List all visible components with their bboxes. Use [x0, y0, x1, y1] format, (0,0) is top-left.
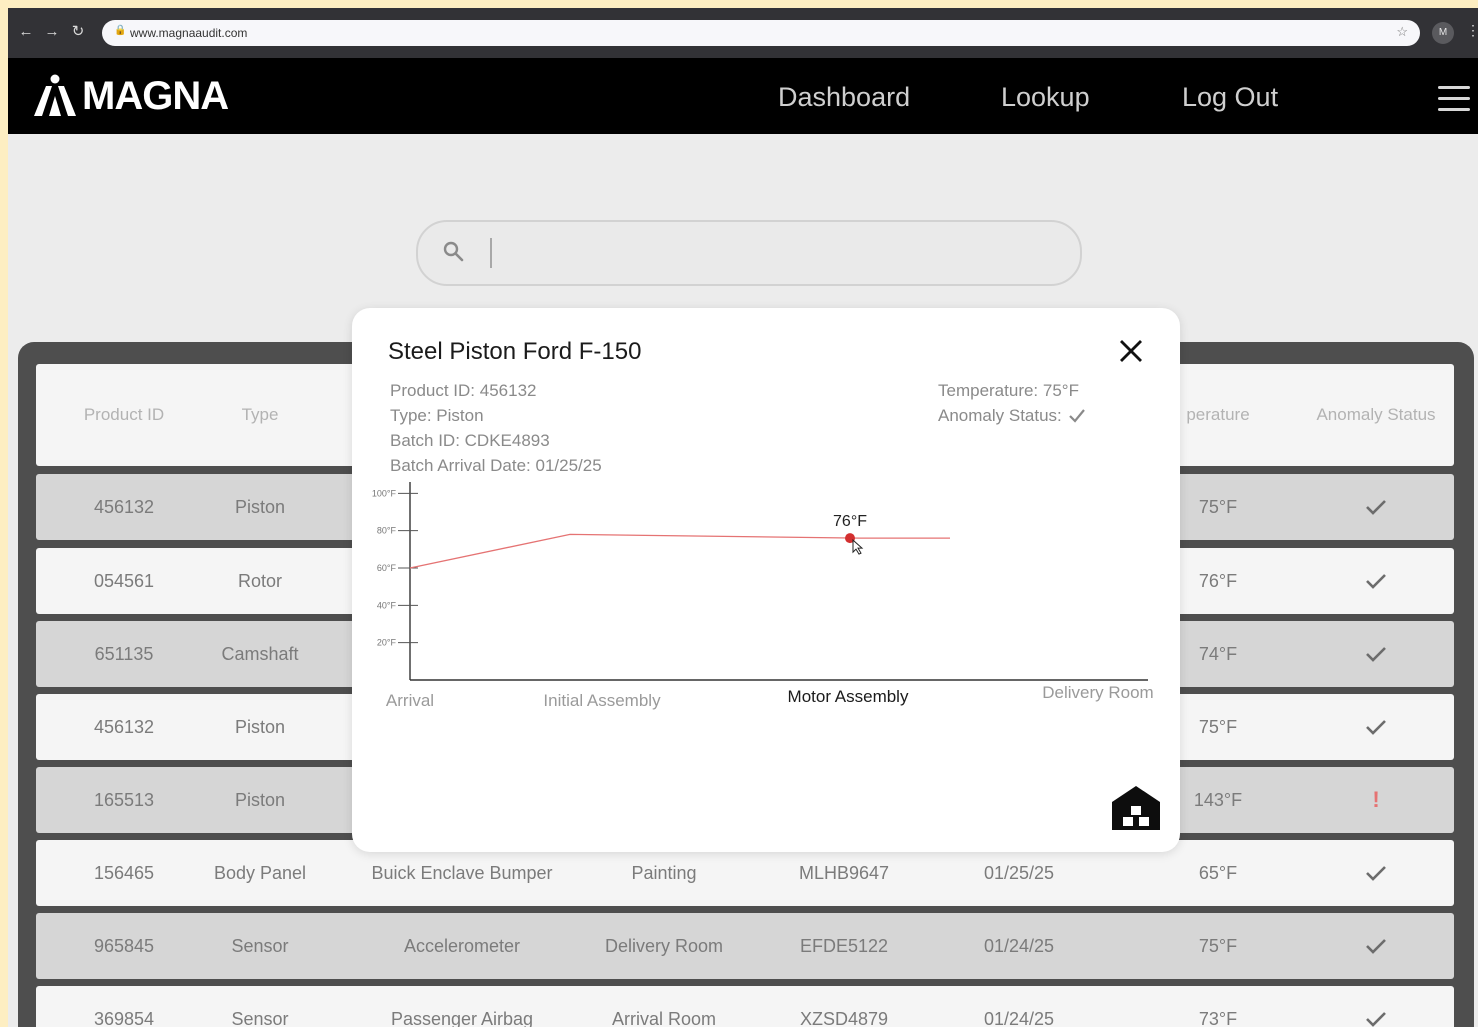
hamburger-menu-icon[interactable] — [1438, 86, 1470, 119]
table-cell: 65°F — [1198, 862, 1238, 883]
temperature-text: Temperature: 75°F — [938, 381, 1079, 400]
bookmark-star-icon[interactable]: ☆ — [1396, 24, 1408, 40]
table-cell: Sensor — [231, 1008, 289, 1027]
table-row[interactable]: 965845 Sensor Accelerometer Delivery Room EF… — [36, 913, 1454, 979]
table-cell: 456132 — [93, 716, 155, 737]
app-header: MAGNA Dashboard Lookup Log Out — [8, 58, 1478, 134]
table-cell: 369854 — [93, 1008, 155, 1027]
text-caret — [490, 238, 492, 268]
reload-icon[interactable]: ↻ — [68, 22, 88, 42]
table-cell: Piston — [234, 716, 286, 737]
nav-log-out[interactable]: Log Out — [1182, 82, 1278, 113]
column-header[interactable]: Type — [190, 364, 330, 466]
nav-dashboard[interactable]: Dashboard — [778, 82, 910, 113]
table-cell: 01/24/25 — [983, 1008, 1055, 1027]
logo-text: MAGNA — [82, 73, 229, 118]
table-cell: Piston — [234, 496, 286, 517]
table-cell: Piston — [234, 789, 286, 810]
table-cell: XZSD4879 — [799, 1008, 889, 1027]
magna-logo-mark — [34, 74, 76, 116]
check-icon — [1286, 474, 1466, 540]
column-header[interactable]: Product ID — [49, 364, 199, 466]
table-cell: Camshaft — [221, 643, 299, 664]
browser-menu-icon[interactable]: ⋮ — [1466, 22, 1478, 39]
check-icon — [1286, 913, 1466, 979]
magna-logo[interactable]: MAGNA — [32, 73, 229, 118]
temperature-line — [409, 533, 950, 569]
nav-lookup[interactable]: Lookup — [1001, 82, 1090, 113]
product-detail-modal: Steel Piston Ford F-150 Product ID: 4561… — [352, 308, 1180, 852]
anomaly-status-row: Anomaly Status: — [938, 403, 1086, 428]
search-icon — [443, 241, 464, 262]
table-cell: 965845 — [93, 935, 155, 956]
table-cell: Rotor — [237, 570, 282, 591]
check-icon — [1069, 408, 1085, 423]
temperature-chart: 100°F 80°F 60°F 40°F 20°F 76°F Arrival Initial … — [372, 482, 1154, 710]
table-cell: Sensor — [231, 935, 289, 956]
app-frame: ← → ↻ 🔒 www.magnaaudit.com ☆ M ⋮ MAGNA D… — [8, 8, 1478, 1027]
url-text: www.magnaaudit.com — [130, 26, 248, 40]
table-cell: Accelerometer — [403, 935, 521, 956]
table-cell: 73°F — [1198, 1008, 1238, 1027]
table-cell: Body Panel — [213, 862, 307, 883]
table-cell: 456132 — [93, 496, 155, 517]
y-tick-label: 80°F — [377, 526, 397, 536]
table-cell: EFDE5122 — [799, 935, 889, 956]
table-cell: Passenger Airbag — [390, 1008, 534, 1027]
check-icon — [1286, 840, 1466, 906]
back-icon[interactable]: ← — [16, 22, 36, 42]
address-bar[interactable]: 🔒 www.magnaaudit.com ☆ — [102, 20, 1420, 46]
modal-title: Steel Piston Ford F-150 — [388, 338, 642, 365]
column-header[interactable]: Anomaly Status — [1286, 364, 1466, 466]
profile-avatar[interactable]: M — [1432, 22, 1454, 44]
highlight-label: 76°F — [833, 513, 867, 530]
x-category-label: Arrival — [386, 691, 434, 710]
x-category-label: Motor Assembly — [788, 687, 909, 706]
check-icon — [1286, 548, 1466, 614]
check-icon — [1286, 986, 1466, 1027]
table-cell: 651135 — [94, 643, 154, 664]
product-details-right: Temperature: 75°F Anomaly Status: — [938, 378, 1086, 428]
lock-icon: 🔒 — [114, 25, 127, 36]
x-category-label: Delivery Room — [1042, 683, 1153, 702]
table-cell: 01/24/25 — [983, 935, 1055, 956]
product-details-left: Product ID: 456132 Type: Piston Batch ID… — [390, 378, 602, 478]
product-id-text: Product ID: 456132 — [390, 381, 537, 400]
anomaly-status-label: Anomaly Status: — [938, 406, 1062, 425]
forward-icon[interactable]: → — [42, 22, 62, 42]
y-tick-label: 60°F — [377, 563, 397, 573]
table-cell: 156465 — [93, 862, 155, 883]
search-bar[interactable] — [416, 220, 1082, 286]
table-row[interactable]: 369854 Sensor Passenger Airbag Arrival Room… — [36, 986, 1454, 1027]
check-icon — [1286, 694, 1466, 760]
warehouse-home-icon[interactable] — [1110, 784, 1162, 830]
table-cell: 165513 — [93, 789, 155, 810]
y-tick-label: 20°F — [377, 638, 397, 648]
batch-id-text: Batch ID: CDKE4893 — [390, 431, 550, 450]
x-category-label: Initial Assembly — [543, 691, 661, 710]
close-icon[interactable] — [1116, 336, 1146, 366]
alert-icon: ! — [1372, 787, 1380, 812]
check-icon — [1286, 621, 1466, 687]
product-type-text: Type: Piston — [390, 406, 484, 425]
mouse-cursor-icon — [852, 539, 864, 555]
y-tick-label: 100°F — [372, 488, 397, 498]
table-cell: Arrival Room — [611, 1008, 717, 1027]
table-cell: Delivery Room — [604, 935, 724, 956]
y-tick-label: 40°F — [377, 600, 397, 610]
table-cell: 054561 — [93, 570, 155, 591]
table-cell: 75°F — [1198, 935, 1238, 956]
browser-chrome: ← → ↻ 🔒 www.magnaaudit.com ☆ M ⋮ — [8, 8, 1478, 58]
